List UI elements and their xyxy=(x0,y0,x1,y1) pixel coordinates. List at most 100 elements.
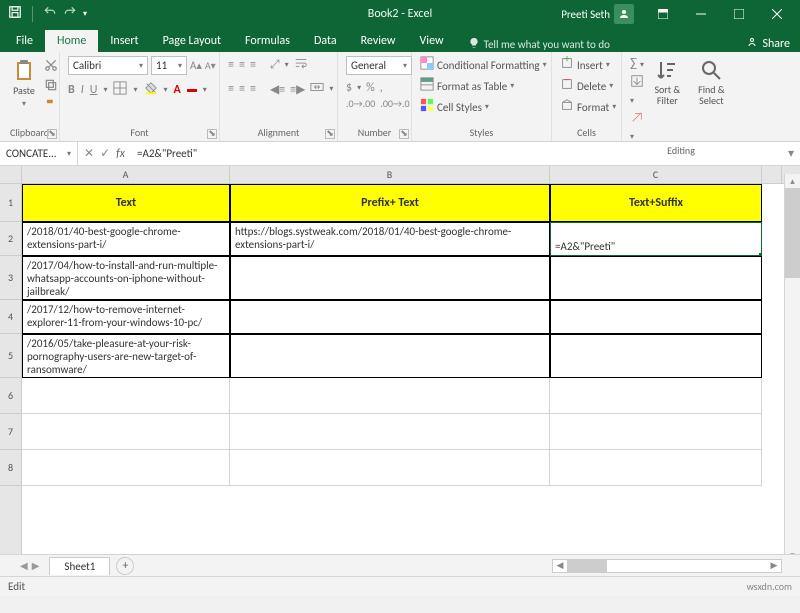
fill-color-icon[interactable] xyxy=(144,81,158,99)
align-right-icon[interactable]: ≡ xyxy=(250,82,256,96)
cell-A4[interactable]: /2017/12/how-to-remove-internet-explorer… xyxy=(22,300,230,334)
save-icon[interactable] xyxy=(8,5,22,23)
comma-format-icon[interactable]: , xyxy=(380,81,383,95)
tab-home[interactable]: Home xyxy=(45,30,98,52)
cell-A6[interactable] xyxy=(22,378,230,414)
cell-C3[interactable] xyxy=(550,256,762,300)
format-cells-button[interactable]: Format▾ xyxy=(560,98,616,116)
paste-button[interactable]: Paste ▾ xyxy=(8,56,40,111)
cell-B7[interactable] xyxy=(230,414,550,450)
align-left-icon[interactable]: ≡ xyxy=(228,82,234,96)
format-painter-icon[interactable] xyxy=(44,98,58,116)
decrease-indent-icon[interactable]: ◀≡ xyxy=(270,82,285,97)
qat-customize-icon[interactable]: ▾ xyxy=(83,9,87,19)
sheet-nav-prev-icon[interactable]: ◀ xyxy=(20,559,28,572)
name-box[interactable]: CONCATE...▾ xyxy=(0,142,78,165)
clipboard-dialog-launcher[interactable]: ⬊ xyxy=(47,129,57,139)
tab-view[interactable]: View xyxy=(408,30,456,52)
cell-A2[interactable]: /2018/01/40-best-google-chrome-extension… xyxy=(22,222,230,256)
cut-icon[interactable] xyxy=(44,58,58,76)
row-header[interactable]: 6 xyxy=(0,378,21,414)
wrap-text-icon[interactable] xyxy=(294,56,308,74)
cell-B8[interactable] xyxy=(230,450,550,486)
bold-icon[interactable]: B xyxy=(68,83,75,97)
font-color-icon[interactable]: A xyxy=(174,83,181,97)
close-button[interactable] xyxy=(760,0,794,28)
cell-C7[interactable] xyxy=(550,414,762,450)
enter-formula-icon[interactable]: ✓ xyxy=(100,146,110,161)
increase-indent-icon[interactable]: ≡▶ xyxy=(290,82,305,97)
cell-A7[interactable] xyxy=(22,414,230,450)
column-header[interactable]: A xyxy=(22,166,230,183)
redo-icon[interactable] xyxy=(63,5,77,23)
align-top-icon[interactable]: ≡ xyxy=(228,58,234,72)
cell-C2[interactable]: =A2&"Preeti" xyxy=(550,222,762,256)
cell-A3[interactable]: /2017/04/how-to-install-and-run-multiple… xyxy=(22,256,230,300)
increase-decimal-icon[interactable]: .0→.00 xyxy=(346,97,375,110)
fx-icon[interactable]: fx xyxy=(116,147,125,161)
percent-format-icon[interactable]: % xyxy=(366,81,375,95)
italic-icon[interactable]: I xyxy=(81,83,84,97)
find-select-button[interactable]: Find & Select xyxy=(691,56,732,108)
row-header[interactable]: 4 xyxy=(0,300,21,334)
user-account[interactable]: Preeti Seth xyxy=(561,4,634,24)
alignment-dialog-launcher[interactable]: ⬊ xyxy=(325,129,335,139)
border-icon[interactable] xyxy=(113,81,127,99)
font-name-selector[interactable]: Calibri▾ xyxy=(68,56,148,75)
number-dialog-launcher[interactable]: ⬊ xyxy=(399,129,409,139)
tab-data[interactable]: Data xyxy=(302,30,349,52)
fill-icon[interactable]: ▾ xyxy=(630,74,644,107)
worksheet-grid[interactable]: 1 2 3 4 5 6 7 8 A B C Text Prefix+ Text … xyxy=(0,166,800,554)
delete-cells-button[interactable]: Delete▾ xyxy=(560,77,613,95)
align-center-icon[interactable]: ≡ xyxy=(239,82,245,96)
sheet-nav-next-icon[interactable]: ▶ xyxy=(32,559,40,572)
row-header[interactable]: 1 xyxy=(0,184,21,222)
increase-font-icon[interactable]: A▴ xyxy=(190,59,202,72)
cell-B4[interactable] xyxy=(230,300,550,334)
format-as-table-button[interactable]: Format as Table▾ xyxy=(420,77,514,95)
scroll-thumb[interactable] xyxy=(785,188,800,278)
cell-B1[interactable]: Prefix+ Text xyxy=(230,184,550,222)
cell-C5[interactable] xyxy=(550,334,762,378)
tab-page-layout[interactable]: Page Layout xyxy=(151,30,233,52)
cell-B6[interactable] xyxy=(230,378,550,414)
cell-C6[interactable] xyxy=(550,378,762,414)
share-button[interactable]: Share xyxy=(746,36,790,52)
decrease-font-icon[interactable]: A▾ xyxy=(205,59,216,72)
new-sheet-button[interactable]: + xyxy=(116,557,134,575)
maximize-button[interactable] xyxy=(722,0,756,28)
tab-file[interactable]: File xyxy=(4,30,45,52)
cell-C1[interactable]: Text+Suffix xyxy=(550,184,762,222)
column-header[interactable]: C xyxy=(550,166,762,183)
row-header[interactable]: 5 xyxy=(0,334,21,378)
tab-review[interactable]: Review xyxy=(349,30,408,52)
tab-insert[interactable]: Insert xyxy=(98,30,150,52)
autosum-icon[interactable]: ∑ ▾ xyxy=(630,56,644,71)
expand-formula-bar-icon[interactable]: ▾ xyxy=(782,146,800,161)
cell-A5[interactable]: /2016/05/take-pleasure-at-your-risk-porn… xyxy=(22,334,230,378)
minimize-button[interactable] xyxy=(684,0,718,28)
row-header[interactable]: 7 xyxy=(0,414,21,450)
scroll-right-icon[interactable]: ▶ xyxy=(767,560,781,572)
column-header[interactable]: B xyxy=(230,166,550,183)
accounting-format-icon[interactable]: $ xyxy=(346,81,352,95)
underline-icon[interactable]: U xyxy=(90,83,98,97)
align-bottom-icon[interactable]: ≡ xyxy=(250,58,256,72)
copy-icon[interactable] xyxy=(44,78,58,96)
tab-formulas[interactable]: Formulas xyxy=(233,30,302,52)
orientation-icon[interactable]: ⤢ xyxy=(270,58,280,72)
conditional-formatting-button[interactable]: Conditional Formatting▾ xyxy=(420,56,547,74)
font-size-selector[interactable]: 11▾ xyxy=(151,56,187,75)
scroll-up-icon[interactable]: ▴ xyxy=(785,174,800,188)
undo-icon[interactable] xyxy=(43,5,57,23)
insert-cells-button[interactable]: Insert▾ xyxy=(560,56,610,74)
column-header[interactable] xyxy=(762,166,782,183)
number-format-selector[interactable]: General▾ xyxy=(346,56,412,75)
row-header[interactable]: 3 xyxy=(0,256,21,300)
row-header[interactable]: 2 xyxy=(0,222,21,256)
cell-B3[interactable] xyxy=(230,256,550,300)
select-all-corner[interactable] xyxy=(0,166,21,184)
scroll-left-icon[interactable]: ◀ xyxy=(553,560,567,572)
font-dialog-launcher[interactable]: ⬊ xyxy=(207,129,217,139)
cell-B5[interactable] xyxy=(230,334,550,378)
